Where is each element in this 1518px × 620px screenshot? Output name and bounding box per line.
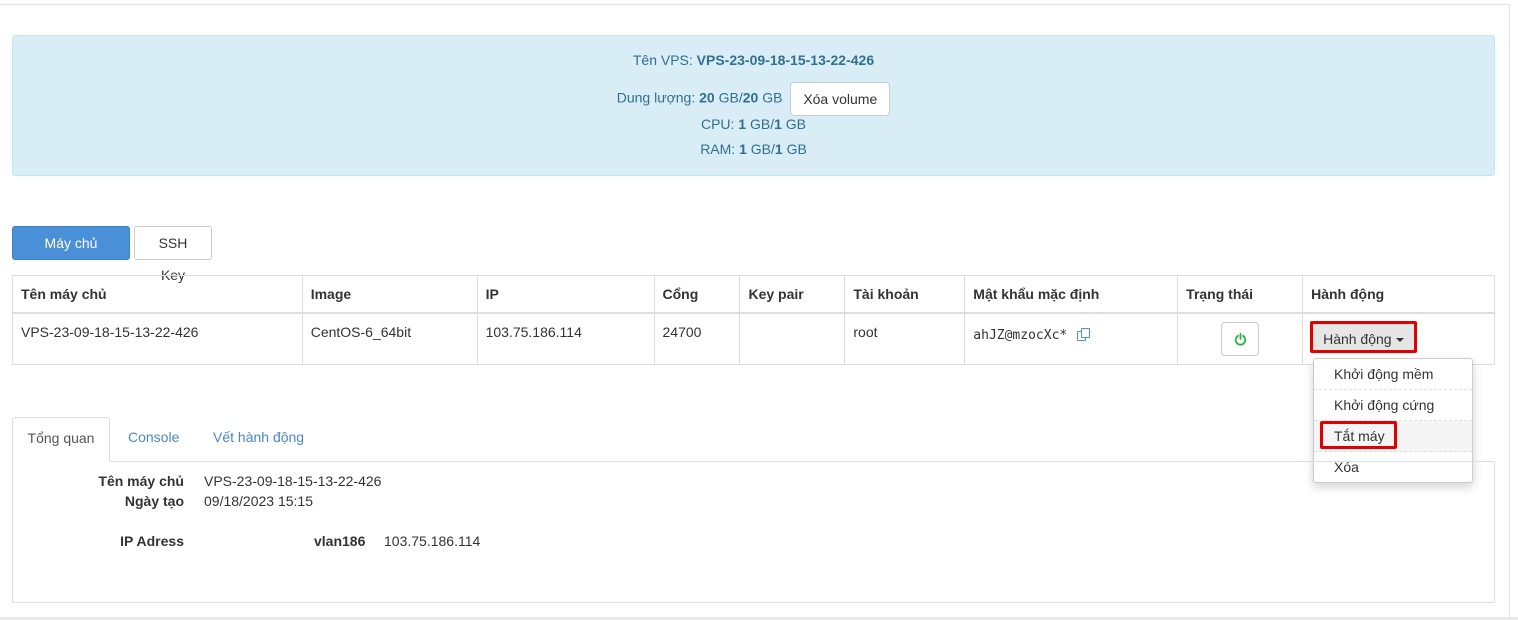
ram-line: RAM: 1 GB/1 GB — [13, 139, 1494, 159]
tab-overview[interactable]: Tổng quan — [12, 417, 110, 462]
overview-vlan-ip: 103.75.186.114 — [384, 533, 481, 549]
table-header-row: Tên máy chủ Image IP Cổng Key pair Tài k… — [12, 275, 1495, 314]
ram-used-unit: GB/ — [750, 141, 775, 157]
menu-item-soft-reboot[interactable]: Khởi động mềm — [1314, 359, 1472, 390]
overview-server-name-label: Tên máy chủ — [98, 473, 184, 489]
delete-volume-button[interactable]: Xóa volume — [790, 82, 891, 116]
power-button[interactable] — [1221, 322, 1260, 356]
power-icon — [1234, 333, 1247, 346]
overview-server-name-value: VPS-23-09-18-15-13-22-426 — [204, 473, 382, 489]
header-port: Cổng — [653, 275, 741, 314]
cpu-used-unit: GB/ — [749, 116, 775, 132]
overview-vlan-name: vlan186 — [314, 533, 366, 549]
storage-total-unit: GB — [762, 89, 783, 106]
storage-used: 20 — [699, 89, 715, 106]
ram-label: RAM: — [700, 141, 736, 157]
cell-ip: 103.75.186.114 — [476, 312, 655, 365]
vps-name-label: Tên VPS: — [632, 52, 693, 68]
header-key-pair: Key pair — [739, 275, 846, 314]
cell-key-pair — [739, 312, 846, 365]
cpu-total-unit: GB — [785, 116, 807, 132]
cpu-line: CPU: 1 GB/1 GB — [13, 114, 1494, 134]
ram-used: 1 — [739, 141, 747, 157]
action-button-label: Hành động — [1323, 331, 1392, 347]
cell-image: CentOS-6_64bit — [301, 312, 478, 365]
ram-total: 1 — [774, 141, 783, 157]
overview-panel: Tên máy chủ VPS-23-09-18-15-13-22-426 Ng… — [12, 461, 1495, 603]
password-value: ahJZ@mzocXc* — [973, 328, 1068, 343]
header-default-password: Mật khẩu mặc định — [964, 275, 1179, 314]
header-ip: IP — [476, 275, 655, 314]
header-status: Trạng thái — [1177, 275, 1304, 314]
cell-server-name: VPS-23-09-18-15-13-22-426 — [12, 312, 303, 365]
action-dropdown-button[interactable]: Hành động — [1310, 321, 1417, 353]
tab-ssh-key[interactable]: SSH Key — [134, 226, 212, 283]
vps-info-panel: Tên VPS: VPS-23-09-18-15-13-22-426 Dung … — [12, 35, 1495, 176]
overview-created-label: Ngày tạo — [124, 493, 184, 509]
storage-used-unit: GB/ — [718, 89, 743, 106]
header-image: Image — [301, 275, 478, 314]
tab-console[interactable]: Console — [128, 417, 179, 462]
cell-default-password: ahJZ@mzocXc* — [964, 312, 1179, 365]
header-server-name: Tên máy chủ — [12, 275, 303, 314]
tab-action-log[interactable]: Vết hành động — [213, 417, 304, 462]
overview-created-value: 09/18/2023 15:15 — [204, 493, 313, 509]
tab-cloud-server[interactable]: Máy chủ Cloud — [12, 226, 130, 283]
cpu-total: 1 — [774, 116, 782, 132]
cell-status — [1177, 312, 1304, 365]
cell-port: 24700 — [653, 312, 741, 365]
detail-tabs: Tổng quan Console Vết hành động — [12, 417, 1495, 462]
cell-action: Hành động — [1302, 312, 1495, 365]
caret-down-icon — [1395, 338, 1404, 343]
copy-icon[interactable] — [1077, 328, 1091, 342]
storage-total: 20 — [742, 89, 759, 106]
table-row: VPS-23-09-18-15-13-22-426 CentOS-6_64bit… — [12, 312, 1495, 365]
storage-label: Dung lượng: — [616, 89, 696, 106]
header-account: Tài khoản — [844, 275, 966, 314]
vps-name-value: VPS-23-09-18-15-13-22-426 — [696, 52, 875, 68]
storage-line: Dung lượng: 20 GB/20 GB Xóa volume — [13, 82, 1494, 116]
header-action: Hành động — [1302, 275, 1495, 314]
cpu-label: CPU: — [700, 116, 735, 132]
ram-total-unit: GB — [786, 141, 807, 157]
server-table: Tên máy chủ Image IP Cổng Key pair Tài k… — [12, 275, 1495, 365]
overview-ip-label: IP Adress — [120, 533, 184, 549]
vps-name-line: Tên VPS: VPS-23-09-18-15-13-22-426 — [13, 50, 1494, 70]
cell-account: root — [844, 312, 966, 365]
cpu-used: 1 — [738, 116, 747, 132]
